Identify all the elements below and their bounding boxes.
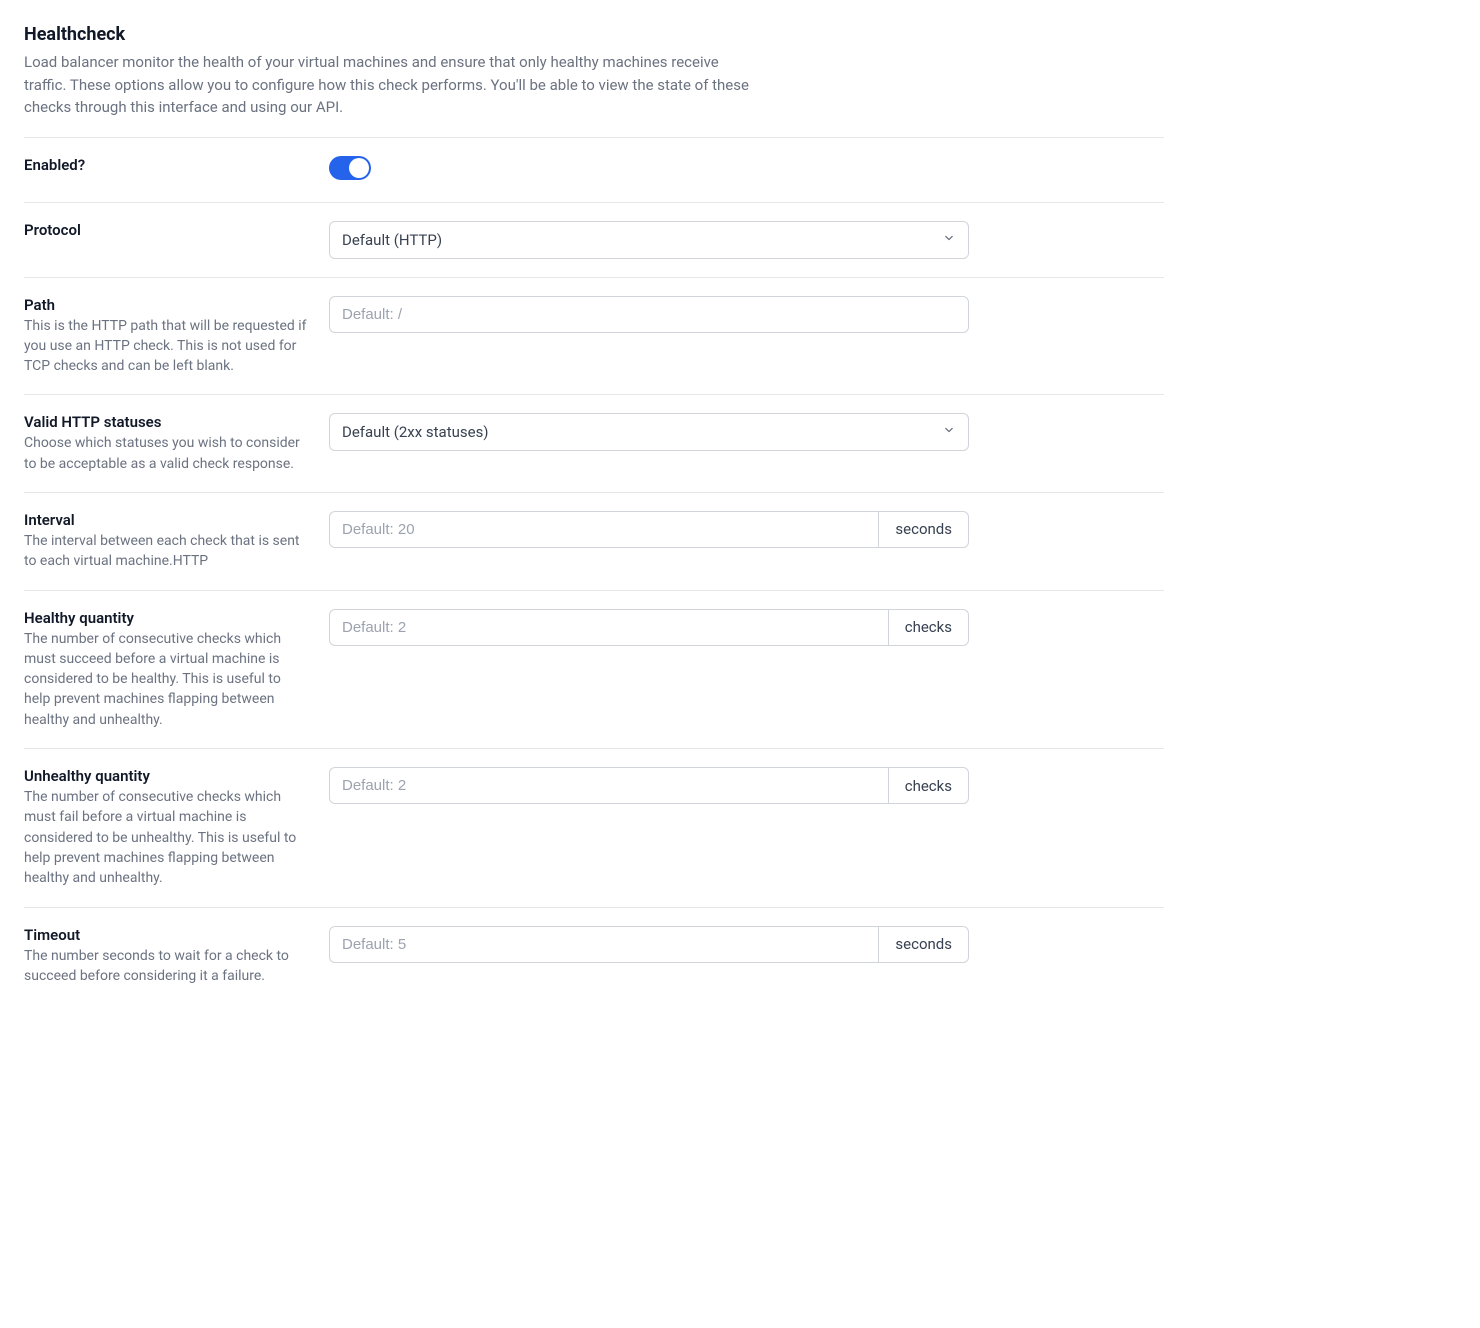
interval-description: The interval between each check that is … [24,531,309,572]
timeout-description: The number seconds to wait for a check t… [24,946,309,987]
healthy-quantity-input[interactable] [329,609,888,646]
enabled-toggle[interactable] [329,156,371,180]
unhealthy-quantity-unit: checks [888,767,969,804]
row-interval: Interval The interval between each check… [24,493,1164,591]
healthy-quantity-description: The number of consecutive checks which m… [24,629,309,730]
row-path: Path This is the HTTP path that will be … [24,278,1164,396]
row-protocol: Protocol Default (HTTP) [24,203,1164,278]
valid-statuses-selected-value: Default (2xx statuses) [342,423,489,441]
path-input[interactable] [329,296,969,333]
interval-label: Interval [24,511,309,529]
valid-statuses-description: Choose which statuses you wish to consid… [24,433,309,474]
unhealthy-quantity-label: Unhealthy quantity [24,767,309,785]
healthy-quantity-label: Healthy quantity [24,609,309,627]
section-description: Load balancer monitor the health of your… [24,51,754,119]
row-unhealthy-quantity: Unhealthy quantity The number of consecu… [24,749,1164,907]
protocol-selected-value: Default (HTTP) [342,231,442,249]
path-label: Path [24,296,309,314]
valid-statuses-select[interactable]: Default (2xx statuses) [329,413,969,451]
row-valid-statuses: Valid HTTP statuses Choose which statuse… [24,395,1164,493]
row-healthy-quantity: Healthy quantity The number of consecuti… [24,591,1164,749]
timeout-unit: seconds [878,926,969,963]
healthy-quantity-unit: checks [888,609,969,646]
enabled-label: Enabled? [24,156,309,174]
valid-statuses-label: Valid HTTP statuses [24,413,309,431]
section-title: Healthcheck [24,24,1164,45]
unhealthy-quantity-description: The number of consecutive checks which m… [24,787,309,888]
section-header: Healthcheck Load balancer monitor the he… [24,24,1164,119]
interval-input[interactable] [329,511,878,548]
protocol-label: Protocol [24,221,309,239]
timeout-input[interactable] [329,926,878,963]
healthcheck-form: Healthcheck Load balancer monitor the he… [24,24,1164,1004]
path-description: This is the HTTP path that will be reque… [24,316,309,377]
row-enabled: Enabled? [24,138,1164,203]
timeout-label: Timeout [24,926,309,944]
unhealthy-quantity-input[interactable] [329,767,888,804]
interval-unit: seconds [878,511,969,548]
row-timeout: Timeout The number seconds to wait for a… [24,908,1164,1005]
protocol-select[interactable]: Default (HTTP) [329,221,969,259]
toggle-knob [349,158,369,178]
